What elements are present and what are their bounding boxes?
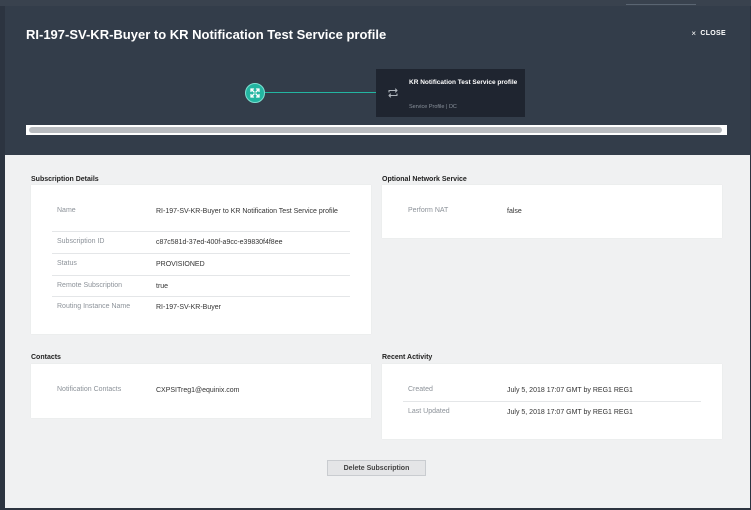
activity-row-created: Created July 5, 2018 17:07 GMT by REG1 R… (403, 378, 701, 402)
modal-title: RI-197-SV-KR-Buyer to KR Notification Te… (26, 27, 387, 42)
backdrop-tab (626, 0, 696, 5)
repeat-icon (386, 85, 400, 103)
detail-value: true (156, 283, 169, 290)
detail-value: c87c581d-37ed-400f-a9cc-e39830f4f8ee (156, 239, 283, 246)
detail-label: Notification Contacts (57, 386, 122, 393)
subscription-details-card: Name RI-197-SV-KR-Buyer to KR Notificati… (31, 185, 371, 334)
close-label: CLOSE (700, 30, 726, 37)
detail-row-subscription-id: Subscription ID c87c581d-37ed-400f-a9cc-… (52, 231, 350, 254)
detail-row-status: Status PROVISIONED (52, 253, 350, 276)
detail-label: Created (408, 386, 433, 393)
progress-fill (29, 127, 722, 133)
optional-network-service-title: Optional Network Service (382, 176, 467, 183)
activity-row-last-updated: Last Updated July 5, 2018 17:07 GMT by R… (403, 401, 701, 423)
recent-activity-card: Created July 5, 2018 17:07 GMT by REG1 R… (382, 364, 722, 439)
detail-label: Name (57, 207, 76, 214)
detail-label: Remote Subscription (57, 282, 122, 289)
detail-value: RI-197-SV-KR-Buyer (156, 304, 221, 311)
nat-row: Perform NAT false (403, 205, 701, 219)
route-node-icon[interactable] (245, 83, 265, 103)
detail-label: Routing Instance Name (57, 303, 131, 310)
detail-label: Perform NAT (408, 207, 449, 214)
detail-row-remote-subscription: Remote Subscription true (52, 275, 350, 297)
detail-label: Last Updated (408, 408, 450, 415)
detail-value: false (507, 208, 522, 215)
subscription-details-title: Subscription Details (31, 176, 99, 183)
close-button[interactable]: × CLOSE (691, 29, 726, 38)
close-icon: × (691, 29, 697, 38)
route-icon (250, 88, 260, 98)
modal-header: RI-197-SV-KR-Buyer to KR Notification Te… (5, 6, 750, 155)
detail-row-name: Name RI-197-SV-KR-Buyer to KR Notificati… (52, 205, 350, 232)
contact-row: Notification Contacts CXPSITreg1@equinix… (52, 384, 350, 398)
detail-row-routing-instance: Routing Instance Name RI-197-SV-KR-Buyer (52, 296, 350, 318)
service-profile-type: Service Profile | DC (409, 104, 457, 110)
recent-activity-title: Recent Activity (382, 354, 433, 361)
contact-email: CXPSITreg1@equinix.com (156, 387, 240, 394)
detail-value: July 5, 2018 17:07 GMT by REG1 REG1 (507, 409, 633, 416)
detail-label: Subscription ID (57, 238, 105, 245)
detail-label: Status (57, 260, 77, 267)
delete-subscription-button[interactable]: Delete Subscription (327, 460, 426, 476)
detail-value: July 5, 2018 17:07 GMT by REG1 REG1 (507, 387, 633, 394)
subscription-modal: RI-197-SV-KR-Buyer to KR Notification Te… (5, 6, 750, 508)
contacts-title: Contacts (31, 354, 61, 361)
progress-track (26, 125, 727, 135)
service-profile-name: KR Notification Test Service profile (409, 79, 518, 86)
status-value: PROVISIONED (156, 261, 205, 268)
optional-network-service-card: Perform NAT false (382, 185, 722, 238)
service-profile-card[interactable]: KR Notification Test Service profile Ser… (376, 69, 525, 117)
connection-line (265, 92, 376, 93)
detail-value: RI-197-SV-KR-Buyer to KR Notification Te… (156, 208, 338, 215)
contacts-card: Notification Contacts CXPSITreg1@equinix… (31, 364, 371, 418)
